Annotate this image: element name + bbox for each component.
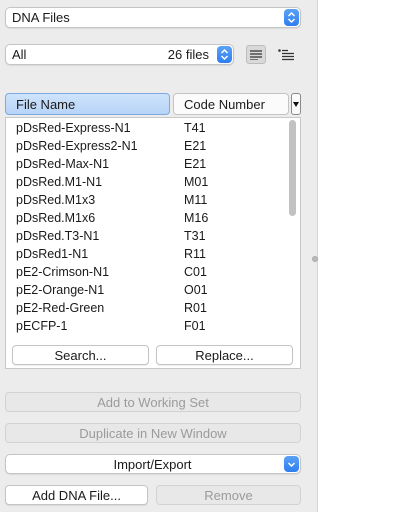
filter-popup[interactable]: All 26 files: [5, 44, 234, 65]
code-cell: R11: [184, 247, 207, 261]
remove-button[interactable]: Remove: [156, 485, 301, 505]
file-name-cell: pDsRed-Max-N1: [16, 157, 110, 171]
file-name-cell: pDsRed.M1-N1: [16, 175, 103, 189]
file-name-cell: pDsRed.M1x3: [16, 193, 96, 207]
column-header-code-number[interactable]: Code Number: [173, 93, 289, 115]
add-dna-file-button[interactable]: Add DNA File...: [5, 485, 148, 505]
triangle-down-icon: [293, 101, 299, 107]
code-cell: E21: [184, 157, 207, 171]
table-row[interactable]: pDsRed-Express2-N1 E21: [6, 137, 286, 155]
table-row[interactable]: pECFP-1 F01: [6, 317, 286, 335]
file-name-cell: pE2-Red-Green: [16, 301, 105, 315]
file-name-cell: pDsRed.T3-N1: [16, 229, 100, 243]
replace-button[interactable]: Replace...: [156, 345, 293, 365]
file-count-label: 26 files: [167, 47, 209, 62]
table-row[interactable]: pE2-Red-Green R01: [6, 299, 286, 317]
code-cell: T31: [184, 229, 206, 243]
code-cell: R01: [184, 301, 207, 315]
code-cell: O01: [184, 283, 208, 297]
column-menu-button[interactable]: [291, 93, 301, 115]
table-row[interactable]: pE2-Crimson-N1 C01: [6, 263, 286, 281]
file-browser-panel: DNA Files All 26 files File Name Code Nu…: [0, 0, 318, 512]
add-to-working-set-button[interactable]: Add to Working Set: [5, 392, 301, 412]
code-cell: E21: [184, 139, 207, 153]
file-name-cell: pDsRed.M1x6: [16, 211, 96, 225]
file-name-cell: pE2-Crimson-N1: [16, 265, 110, 279]
table-row[interactable]: pDsRed.M1x3 M11: [6, 191, 286, 209]
file-name-cell: pDsRed1-N1: [16, 247, 89, 261]
code-cell: C01: [184, 265, 207, 279]
table-row[interactable]: pDsRed.M1x6 M16: [6, 209, 286, 227]
filter-selected-label: All: [12, 47, 27, 62]
search-button[interactable]: Search...: [12, 345, 149, 365]
code-cell: M11: [184, 193, 208, 207]
file-name-cell: pDsRed-Express2-N1: [16, 139, 138, 153]
table-row[interactable]: pDsRed.T3-N1 T31: [6, 227, 286, 245]
import-export-label: Import/Export: [113, 456, 192, 472]
file-name-cell: pECFP-1: [16, 319, 68, 333]
table-row[interactable]: pDsRed1-N1 R11: [6, 245, 286, 263]
popup-stepper-icon: [284, 9, 299, 26]
table-row[interactable]: pDsRed-Express-N1 T41: [6, 119, 286, 137]
content-area: [319, 0, 413, 512]
text-align-left-icon: [250, 49, 262, 60]
file-name-cell: pE2-Orange-N1: [16, 283, 105, 297]
split-view-handle[interactable]: [312, 256, 318, 262]
chevron-down-icon: [284, 456, 299, 472]
file-list[interactable]: pDsRed-Express-N1 T41 pDsRed-Express2-N1 E…: [5, 117, 301, 369]
list-view-button[interactable]: [246, 45, 266, 64]
duplicate-in-new-window-button[interactable]: Duplicate in New Window: [5, 423, 301, 443]
code-cell: M01: [184, 175, 209, 189]
list-bullet-icon: [278, 48, 294, 60]
detail-view-button[interactable]: [276, 45, 296, 64]
vertical-scrollbar[interactable]: [289, 120, 296, 216]
table-row[interactable]: pDsRed-Max-N1 E21: [6, 155, 286, 173]
document-type-label: DNA Files: [12, 10, 70, 25]
code-cell: F01: [184, 319, 206, 333]
code-cell: M16: [184, 211, 209, 225]
column-header-file-name[interactable]: File Name: [5, 93, 170, 115]
code-cell: T41: [184, 121, 206, 135]
table-row[interactable]: pDsRed.M1-N1 M01: [6, 173, 286, 191]
file-name-cell: pDsRed-Express-N1: [16, 121, 131, 135]
table-row[interactable]: pE2-Orange-N1 O01: [6, 281, 286, 299]
file-list-rows: pDsRed-Express-N1 T41 pDsRed-Express2-N1 E…: [6, 118, 286, 336]
document-type-popup[interactable]: DNA Files: [5, 7, 301, 28]
import-export-popup[interactable]: Import/Export: [5, 454, 301, 474]
popup-stepper-icon: [217, 46, 232, 63]
